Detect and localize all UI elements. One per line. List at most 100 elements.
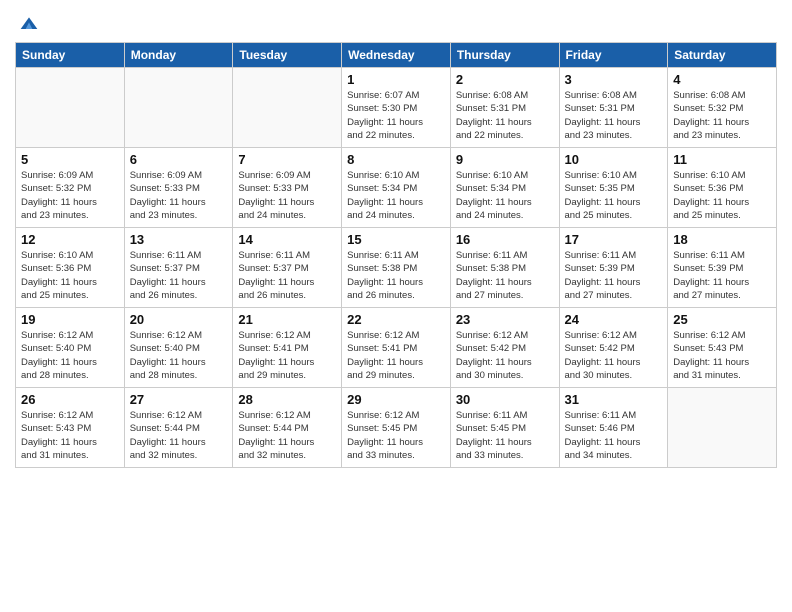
calendar-week-1: 1 Sunrise: 6:07 AM Sunset: 5:30 PM Daylig… <box>16 68 777 148</box>
day-info: Sunrise: 6:09 AM Sunset: 5:33 PM Dayligh… <box>238 169 336 222</box>
calendar-cell: 3Sunrise: 6:08 AM Sunset: 5:31 PM Daylig… <box>559 68 668 148</box>
calendar-cell: 14Sunrise: 6:11 AM Sunset: 5:37 PM Dayli… <box>233 228 342 308</box>
calendar-cell: 5Sunrise: 6:09 AM Sunset: 5:32 PM Daylig… <box>16 148 125 228</box>
day-info: Sunrise: 6:12 AM Sunset: 5:42 PM Dayligh… <box>565 329 663 382</box>
calendar-cell: 24 Sunrise: 6:12 AM Sunset: 5:42 PM Dayli… <box>559 308 668 388</box>
day-info: Sunrise: 6:10 AM Sunset: 5:35 PM Dayligh… <box>565 169 663 222</box>
page-header <box>15 10 777 34</box>
day-number: 19 <box>21 312 119 327</box>
day-number: 26 <box>21 392 119 407</box>
calendar-cell: 21 Sunrise: 6:12 AM Sunset: 5:41 PM Dayli… <box>233 308 342 388</box>
day-info: Sunrise: 6:08 AM Sunset: 5:32 PM Dayligh… <box>673 89 771 142</box>
calendar-cell: 26 Sunrise: 6:12 AM Sunset: 5:43 PM Dayli… <box>16 388 125 468</box>
day-number: 1 <box>347 72 445 87</box>
day-info: Sunrise: 6:11 AM Sunset: 5:38 PM Dayligh… <box>347 249 445 302</box>
day-info: Sunrise: 6:11 AM Sunset: 5:45 PM Dayligh… <box>456 409 554 462</box>
calendar-header-row: SundayMondayTuesdayWednesdayThursdayFrid… <box>16 43 777 68</box>
day-number: 28 <box>238 392 336 407</box>
logo-icon <box>19 14 39 34</box>
calendar-cell <box>668 388 777 468</box>
day-number: 2 <box>456 72 554 87</box>
calendar-cell: 11 Sunrise: 6:10 AM Sunset: 5:36 PM Dayli… <box>668 148 777 228</box>
day-number: 25 <box>673 312 771 327</box>
day-number: 27 <box>130 392 228 407</box>
day-number: 29 <box>347 392 445 407</box>
day-number: 20 <box>130 312 228 327</box>
day-info: Sunrise: 6:09 AM Sunset: 5:33 PM Dayligh… <box>130 169 228 222</box>
day-info: Sunrise: 6:11 AM Sunset: 5:37 PM Dayligh… <box>130 249 228 302</box>
day-number: 9 <box>456 152 554 167</box>
logo <box>15 14 39 34</box>
day-number: 7 <box>238 152 336 167</box>
calendar-cell: 9 Sunrise: 6:10 AM Sunset: 5:34 PM Daylig… <box>450 148 559 228</box>
calendar-cell: 6 Sunrise: 6:09 AM Sunset: 5:33 PM Daylig… <box>124 148 233 228</box>
day-info: Sunrise: 6:12 AM Sunset: 5:43 PM Dayligh… <box>21 409 119 462</box>
calendar-cell: 23 Sunrise: 6:12 AM Sunset: 5:42 PM Dayli… <box>450 308 559 388</box>
day-info: Sunrise: 6:12 AM Sunset: 5:44 PM Dayligh… <box>130 409 228 462</box>
calendar-cell <box>16 68 125 148</box>
calendar-cell: 31 Sunrise: 6:11 AM Sunset: 5:46 PM Dayli… <box>559 388 668 468</box>
day-info: Sunrise: 6:10 AM Sunset: 5:36 PM Dayligh… <box>673 169 771 222</box>
calendar-header-tuesday: Tuesday <box>233 43 342 68</box>
calendar-cell: 20 Sunrise: 6:12 AM Sunset: 5:40 PM Dayli… <box>124 308 233 388</box>
day-info: Sunrise: 6:11 AM Sunset: 5:38 PM Dayligh… <box>456 249 554 302</box>
calendar-cell: 2 Sunrise: 6:08 AM Sunset: 5:31 PM Daylig… <box>450 68 559 148</box>
day-info: Sunrise: 6:12 AM Sunset: 5:41 PM Dayligh… <box>238 329 336 382</box>
day-number: 22 <box>347 312 445 327</box>
calendar-cell <box>233 68 342 148</box>
day-number: 12 <box>21 232 119 247</box>
day-info: Sunrise: 6:12 AM Sunset: 5:44 PM Dayligh… <box>238 409 336 462</box>
day-number: 10 <box>565 152 663 167</box>
calendar-cell: 19 Sunrise: 6:12 AM Sunset: 5:40 PM Dayli… <box>16 308 125 388</box>
day-number: 5 <box>21 152 119 167</box>
day-info: Sunrise: 6:08 AM Sunset: 5:31 PM Dayligh… <box>565 89 663 142</box>
calendar-cell: 10 Sunrise: 6:10 AM Sunset: 5:35 PM Dayli… <box>559 148 668 228</box>
day-number: 21 <box>238 312 336 327</box>
day-info: Sunrise: 6:10 AM Sunset: 5:36 PM Dayligh… <box>21 249 119 302</box>
calendar-table: SundayMondayTuesdayWednesdayThursdayFrid… <box>15 42 777 468</box>
calendar-week-2: 5Sunrise: 6:09 AM Sunset: 5:32 PM Daylig… <box>16 148 777 228</box>
calendar-cell: 27 Sunrise: 6:12 AM Sunset: 5:44 PM Dayli… <box>124 388 233 468</box>
day-info: Sunrise: 6:12 AM Sunset: 5:43 PM Dayligh… <box>673 329 771 382</box>
day-number: 6 <box>130 152 228 167</box>
day-number: 24 <box>565 312 663 327</box>
day-info: Sunrise: 6:12 AM Sunset: 5:40 PM Dayligh… <box>130 329 228 382</box>
day-info: Sunrise: 6:07 AM Sunset: 5:30 PM Dayligh… <box>347 89 445 142</box>
calendar-header-saturday: Saturday <box>668 43 777 68</box>
day-info: Sunrise: 6:11 AM Sunset: 5:37 PM Dayligh… <box>238 249 336 302</box>
calendar-cell <box>124 68 233 148</box>
day-number: 17 <box>565 232 663 247</box>
calendar-cell: 28 Sunrise: 6:12 AM Sunset: 5:44 PM Dayli… <box>233 388 342 468</box>
calendar-cell: 18Sunrise: 6:11 AM Sunset: 5:39 PM Dayli… <box>668 228 777 308</box>
calendar-week-4: 19 Sunrise: 6:12 AM Sunset: 5:40 PM Dayli… <box>16 308 777 388</box>
calendar-cell: 15Sunrise: 6:11 AM Sunset: 5:38 PM Dayli… <box>342 228 451 308</box>
calendar-cell: 7 Sunrise: 6:09 AM Sunset: 5:33 PM Daylig… <box>233 148 342 228</box>
calendar-cell: 22 Sunrise: 6:12 AM Sunset: 5:41 PM Dayli… <box>342 308 451 388</box>
day-info: Sunrise: 6:12 AM Sunset: 5:45 PM Dayligh… <box>347 409 445 462</box>
day-info: Sunrise: 6:11 AM Sunset: 5:39 PM Dayligh… <box>565 249 663 302</box>
day-info: Sunrise: 6:12 AM Sunset: 5:40 PM Dayligh… <box>21 329 119 382</box>
day-number: 11 <box>673 152 771 167</box>
day-number: 4 <box>673 72 771 87</box>
calendar-cell: 13Sunrise: 6:11 AM Sunset: 5:37 PM Dayli… <box>124 228 233 308</box>
day-info: Sunrise: 6:10 AM Sunset: 5:34 PM Dayligh… <box>347 169 445 222</box>
day-info: Sunrise: 6:12 AM Sunset: 5:42 PM Dayligh… <box>456 329 554 382</box>
day-info: Sunrise: 6:11 AM Sunset: 5:46 PM Dayligh… <box>565 409 663 462</box>
calendar-week-5: 26 Sunrise: 6:12 AM Sunset: 5:43 PM Dayli… <box>16 388 777 468</box>
day-number: 23 <box>456 312 554 327</box>
calendar-body: 1 Sunrise: 6:07 AM Sunset: 5:30 PM Daylig… <box>16 68 777 468</box>
calendar-cell: 25 Sunrise: 6:12 AM Sunset: 5:43 PM Dayli… <box>668 308 777 388</box>
day-info: Sunrise: 6:11 AM Sunset: 5:39 PM Dayligh… <box>673 249 771 302</box>
day-number: 30 <box>456 392 554 407</box>
calendar-week-3: 12 Sunrise: 6:10 AM Sunset: 5:36 PM Dayli… <box>16 228 777 308</box>
day-info: Sunrise: 6:08 AM Sunset: 5:31 PM Dayligh… <box>456 89 554 142</box>
calendar-cell: 12 Sunrise: 6:10 AM Sunset: 5:36 PM Dayli… <box>16 228 125 308</box>
calendar-cell: 16 Sunrise: 6:11 AM Sunset: 5:38 PM Dayli… <box>450 228 559 308</box>
calendar-cell: 29 Sunrise: 6:12 AM Sunset: 5:45 PM Dayli… <box>342 388 451 468</box>
calendar-header-monday: Monday <box>124 43 233 68</box>
calendar-header-sunday: Sunday <box>16 43 125 68</box>
day-info: Sunrise: 6:12 AM Sunset: 5:41 PM Dayligh… <box>347 329 445 382</box>
day-info: Sunrise: 6:10 AM Sunset: 5:34 PM Dayligh… <box>456 169 554 222</box>
day-number: 16 <box>456 232 554 247</box>
day-number: 31 <box>565 392 663 407</box>
